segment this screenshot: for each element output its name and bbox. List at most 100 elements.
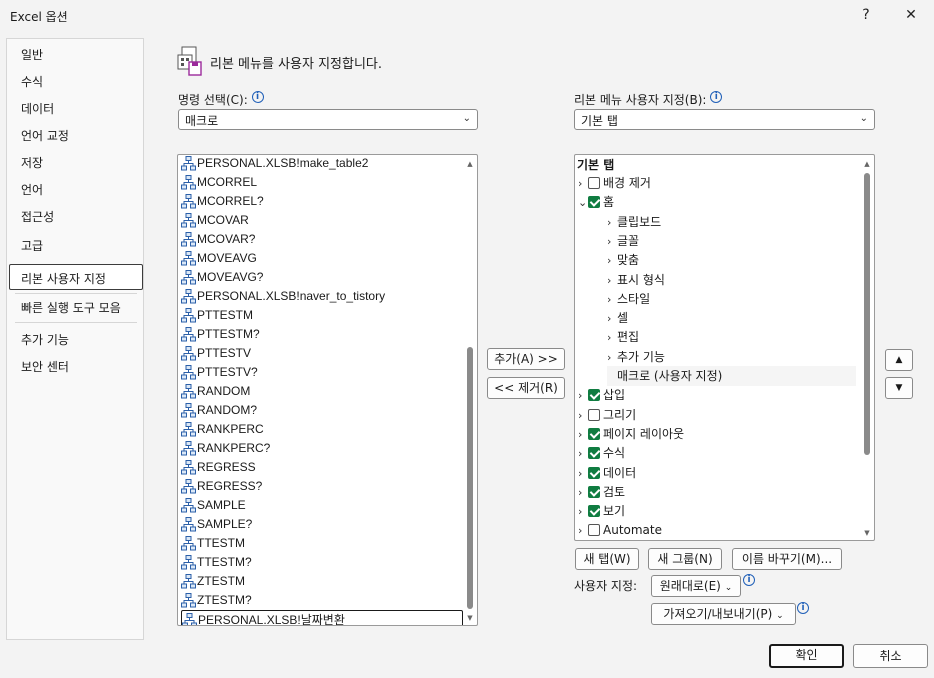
tree-checkbox[interactable] [588, 427, 600, 440]
chevron-right-icon[interactable]: › [607, 271, 617, 291]
command-item[interactable]: RANKPERC [181, 420, 264, 439]
tree-node[interactable]: › 검토 [578, 482, 625, 502]
nav-item-proofing[interactable]: 언어 교정 [21, 127, 69, 144]
tree-node[interactable]: › 그리기 [578, 405, 636, 425]
command-item[interactable]: TTESTM? [181, 553, 252, 572]
tree-node[interactable]: › 스타일 [607, 289, 650, 309]
scroll-up-icon[interactable]: ▲ [862, 159, 872, 169]
chevron-right-icon[interactable]: › [578, 483, 588, 503]
tree-node[interactable]: › 페이지 레이아웃 [578, 424, 684, 444]
tree-scrollbar[interactable]: ▲ ▼ [862, 157, 872, 538]
nav-item-quick-access-toolbar[interactable]: 빠른 실행 도구 모음 [21, 299, 121, 316]
move-up-button[interactable]: ▲ [885, 349, 913, 371]
nav-item-data[interactable]: 데이터 [21, 100, 54, 117]
chevron-right-icon[interactable]: › [607, 309, 617, 329]
scroll-thumb[interactable] [864, 173, 870, 455]
chevron-right-icon[interactable]: › [607, 328, 617, 348]
tree-checkbox[interactable] [588, 196, 600, 209]
chevron-down-icon[interactable]: ⌄ [578, 193, 588, 213]
command-item[interactable]: PERSONAL.XLSB!make_table2 [181, 155, 368, 173]
command-item[interactable]: MOVEAVG [181, 249, 257, 268]
nav-item-customize-ribbon[interactable]: 리본 사용자 지정 [21, 270, 106, 287]
command-item[interactable]: ZTESTM [181, 572, 245, 591]
help-button[interactable]: ? [852, 4, 880, 26]
add-button[interactable]: 추가(A) >> [487, 348, 565, 370]
command-item[interactable]: PTTESTV [181, 344, 251, 363]
command-item[interactable]: MCORREL? [181, 192, 264, 211]
rename-button[interactable]: 이름 바꾸기(M)... [732, 548, 842, 570]
command-item[interactable]: TTESTM [181, 534, 245, 553]
tree-checkbox[interactable] [588, 466, 600, 479]
scroll-down-icon[interactable]: ▼ [862, 528, 872, 538]
tree-node[interactable]: › 클립보드 [607, 212, 661, 232]
customize-ribbon-combo[interactable]: 기본 탭 ⌄ [574, 109, 875, 130]
tree-node[interactable]: › 표시 형식 [607, 270, 665, 290]
scroll-thumb[interactable] [467, 347, 473, 609]
new-group-button[interactable]: 새 그룹(N) [648, 548, 722, 570]
import-export-dropdown[interactable]: 가져오기/내보내기(P) ⌄ [651, 603, 796, 625]
choose-commands-combo[interactable]: 매크로 ⌄ [178, 109, 478, 130]
command-item[interactable]: PERSONAL.XLSB!naver_to_tistory [181, 287, 385, 306]
ok-button[interactable]: 확인 [769, 644, 844, 668]
scroll-down-icon[interactable]: ▼ [465, 613, 475, 623]
tree-checkbox[interactable] [588, 447, 600, 460]
chevron-right-icon[interactable]: › [578, 386, 588, 406]
chevron-right-icon[interactable]: › [578, 521, 588, 540]
command-item[interactable]: PTTESTV? [181, 363, 258, 382]
command-item[interactable]: MCORREL [181, 173, 257, 192]
commands-listbox[interactable]: PERSONAL.XLSB!make_table2 MCORREL MCORREL?… [177, 154, 478, 626]
command-item[interactable]: REGRESS? [181, 477, 262, 496]
chevron-right-icon[interactable]: › [607, 213, 617, 233]
command-item[interactable]: RANDOM [181, 382, 250, 401]
remove-button[interactable]: << 제거(R) [487, 377, 565, 399]
tree-node[interactable]: › 수식 [578, 443, 625, 463]
cancel-button[interactable]: 취소 [853, 644, 928, 668]
command-item[interactable]: SAMPLE? [181, 515, 252, 534]
tree-checkbox[interactable] [588, 389, 600, 402]
tree-node[interactable]: › 추가 기능 [607, 347, 665, 367]
command-item[interactable]: PTTESTM? [181, 325, 260, 344]
chevron-right-icon[interactable]: › [578, 444, 588, 464]
tree-node[interactable]: › 글꼴 [607, 231, 639, 251]
chevron-right-icon[interactable]: › [607, 251, 617, 271]
nav-item-add-ins[interactable]: 추가 기능 [21, 331, 69, 348]
move-down-button[interactable]: ▼ [885, 377, 913, 399]
new-tab-button[interactable]: 새 탭(W) [575, 548, 639, 570]
nav-item-formulas[interactable]: 수식 [21, 73, 43, 90]
ribbon-tree[interactable]: 기본 탭 › 배경 제거 ⌄ 홈 › 클립보드 › 글꼴 › 맞춤 › 표시 형식 › 스타일 › 셀 › 편집 ›… [574, 154, 875, 541]
nav-item-accessibility[interactable]: 접근성 [21, 208, 54, 225]
chevron-right-icon[interactable]: › [578, 174, 588, 194]
tree-node[interactable]: 매크로 (사용자 지정) [607, 366, 856, 386]
chevron-right-icon[interactable]: › [607, 348, 617, 368]
command-item[interactable]: MOVEAVG? [181, 268, 263, 287]
tree-node[interactable]: › 배경 제거 [578, 173, 651, 193]
info-icon[interactable]: i [251, 91, 264, 103]
command-item[interactable]: SAMPLE [181, 496, 246, 515]
reset-dropdown[interactable]: 원래대로(E) ⌄ [651, 575, 741, 597]
chevron-right-icon[interactable]: › [578, 464, 588, 484]
nav-item-advanced[interactable]: 고급 [21, 237, 43, 254]
tree-node[interactable]: › Automate [578, 520, 662, 540]
tree-checkbox[interactable] [588, 524, 600, 537]
command-item[interactable]: RANDOM? [181, 401, 257, 420]
info-icon[interactable]: i [743, 574, 755, 586]
tree-checkbox[interactable] [588, 177, 600, 189]
command-item[interactable]: ZTESTM? [181, 591, 252, 610]
tree-node[interactable]: › 보기 [578, 501, 625, 521]
chevron-right-icon[interactable]: › [607, 232, 617, 252]
command-item[interactable]: MCOVAR [181, 211, 249, 230]
command-item[interactable]: REGRESS [181, 458, 256, 477]
nav-item-general[interactable]: 일반 [21, 46, 43, 63]
close-button[interactable]: ✕ [897, 4, 925, 26]
chevron-right-icon[interactable]: › [578, 406, 588, 426]
tree-node[interactable]: › 삽입 [578, 385, 625, 405]
info-icon[interactable]: i [710, 91, 723, 103]
tree-node[interactable]: › 편집 [607, 327, 639, 347]
tree-checkbox[interactable] [588, 485, 600, 498]
commands-scrollbar[interactable]: ▲ ▼ [465, 157, 475, 623]
tree-node[interactable]: › 맞춤 [607, 250, 639, 270]
tree-checkbox[interactable] [588, 505, 600, 518]
tree-checkbox[interactable] [588, 408, 600, 421]
chevron-right-icon[interactable]: › [578, 502, 588, 522]
info-icon[interactable]: i [797, 602, 809, 614]
